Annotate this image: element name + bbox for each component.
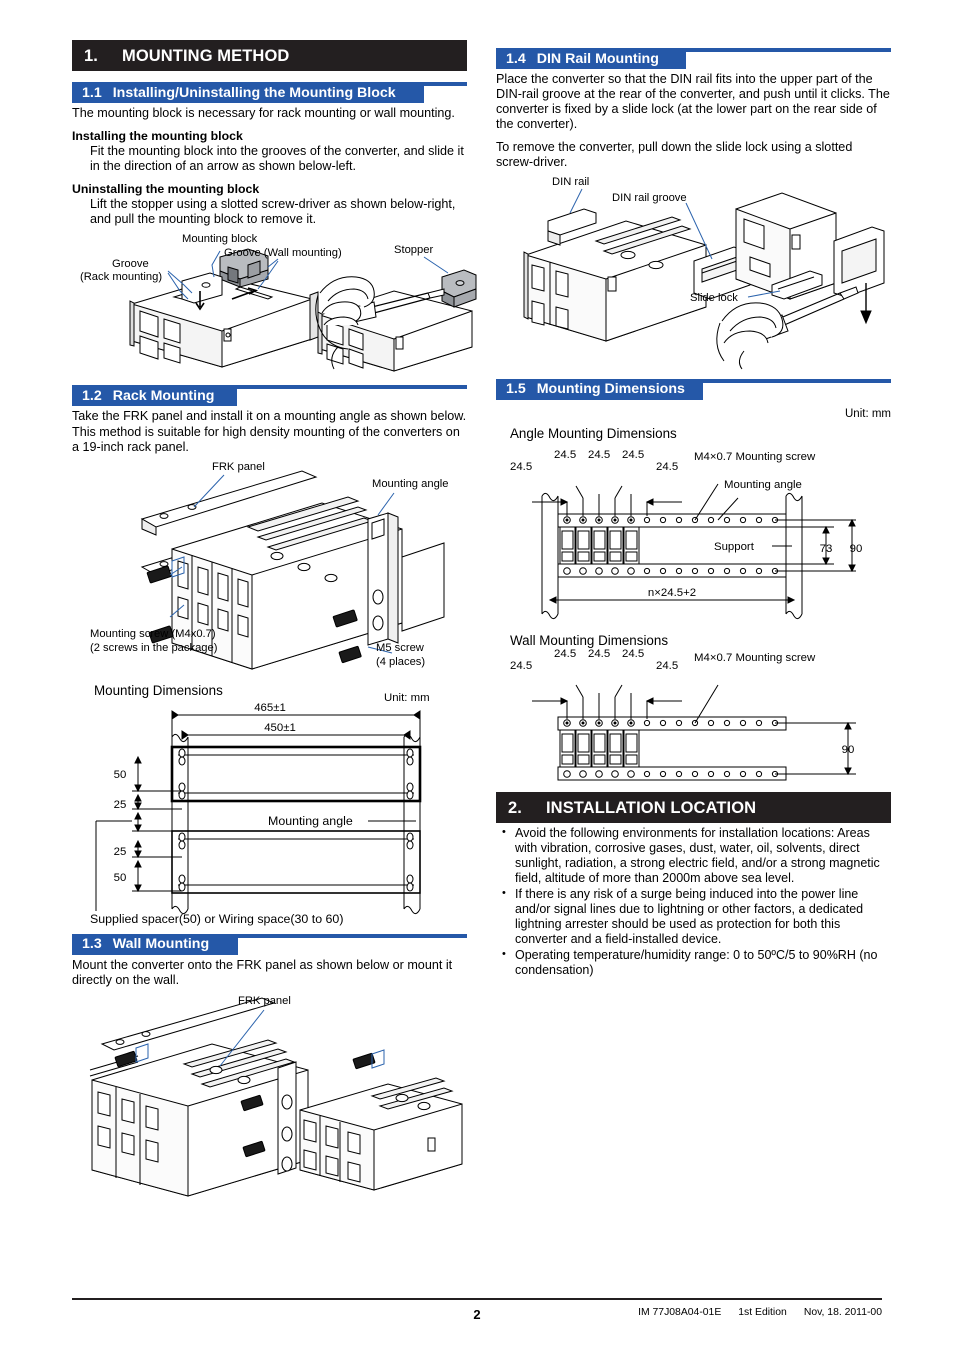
label-din-rail: DIN rail <box>552 176 589 188</box>
label-spacer-note: Supplied spacer(50) or Wiring space(30 t… <box>90 912 343 926</box>
section-1-header: 1. MOUNTING METHOD <box>72 40 467 71</box>
mounting-dimensions-caption: Mounting Dimensions <box>94 683 223 698</box>
section-1-3-title: Wall Mounting <box>112 936 210 953</box>
section-2-title: INSTALLATION LOCATION <box>546 798 757 817</box>
label-mounting-screw-1: Mounting screw (M4x0.7) <box>90 628 216 640</box>
wall-dim-90: 90 <box>842 744 855 756</box>
mounting-dimensions-unit: Unit: mm <box>384 692 430 704</box>
manual-page: 1. MOUNTING METHOD 1.1 Installing/Uninst… <box>0 0 954 1350</box>
list-item: If there is any risk of a surge being in… <box>496 886 891 947</box>
label-groove-wall: Groove (Wall mounting) <box>224 247 342 259</box>
label-groove-rack-1: Groove <box>112 258 149 270</box>
uninstall-block-heading: Uninstalling the mounting block <box>72 182 260 197</box>
angle-support-label: Support <box>714 541 755 553</box>
label-m5-screw-2: (4 places) <box>376 656 425 668</box>
dim-v3: 25 <box>114 846 127 858</box>
label-frk-panel-wall: FRK panel <box>238 995 291 1007</box>
angle-dims-caption: Angle Mounting Dimensions <box>510 426 677 441</box>
label-mounting-screw-2: (2 screws in the package) <box>90 642 218 654</box>
section-1-5-title: Mounting Dimensions <box>536 381 685 398</box>
wall-dims-caption: Wall Mounting Dimensions <box>510 633 668 648</box>
wall-pitch-right: 24.5 <box>656 660 678 672</box>
angle-pitch-1: 24.5 <box>554 449 576 461</box>
manual-code: IM 77J08A04-01E <box>638 1307 722 1318</box>
label-slide-lock: Slide lock <box>690 292 738 304</box>
wall-pitch-left: 24.5 <box>510 660 532 672</box>
angle-dim-90: 90 <box>850 543 863 555</box>
section-1-5-header: 1.5 Mounting Dimensions <box>496 378 891 400</box>
dim-465: 465±1 <box>254 702 286 714</box>
installation-location-list: Avoid the following environments for ins… <box>496 825 891 979</box>
section-1-3-intro: Mount the converter onto the FRK panel a… <box>72 957 453 987</box>
section-1-title: MOUNTING METHOD <box>122 47 290 65</box>
section-1-5-unit: Unit: mm <box>845 407 891 420</box>
dim-v2: 25 <box>114 799 127 811</box>
section-1-3-header: 1.3 Wall Mounting <box>72 933 467 955</box>
list-item: Operating temperature/humidity range: 0 … <box>496 947 891 978</box>
angle-pitch-right: 24.5 <box>656 461 678 473</box>
label-din-rail-groove: DIN rail groove <box>612 192 687 204</box>
angle-pitch-3: 24.5 <box>622 449 644 461</box>
angle-pitch-2: 24.5 <box>588 449 610 461</box>
section-1-4-number: 1.4 <box>506 50 526 67</box>
label-frk-panel: FRK panel <box>212 461 265 473</box>
section-1-4-para2: To remove the converter, pull down the s… <box>496 140 853 170</box>
section-2-number: 2. <box>508 798 522 817</box>
page-footer: 2 IM 77J08A04-01E 1st Edition Nov, 18. 2… <box>72 1298 882 1322</box>
section-1-4-title: DIN Rail Mounting <box>536 50 659 67</box>
section-1-4-header: 1.4 DIN Rail Mounting <box>496 48 891 69</box>
edition: 1st Edition <box>738 1307 787 1318</box>
figure-angle-mounting-dimensions: Angle Mounting Dimensions 24.5 24.5 24.5… <box>496 424 891 629</box>
figure-wall-mounting: FRK panel <box>72 992 467 1197</box>
section-1-2-title: Rack Mounting <box>112 387 215 404</box>
section-1-4-para1: Place the converter so that the DIN rail… <box>496 72 890 132</box>
section-1-2-number: 1.2 <box>82 387 102 404</box>
angle-total-dim: n×24.5+2 <box>648 587 696 599</box>
wall-pitch-3: 24.5 <box>622 648 644 660</box>
angle-pitch-left: 24.5 <box>510 461 532 473</box>
section-1-2-header: 1.2 Rack Mounting <box>72 385 467 407</box>
section-1-1-title: Installing/Uninstalling the Mounting Blo… <box>112 84 396 101</box>
section-1-1-intro: The mounting block is necessary for rack… <box>72 106 455 120</box>
dim-v1: 50 <box>114 769 127 781</box>
figure-rack-mounting: FRK panel Mounting angle Mounting screw … <box>72 457 467 677</box>
label-mounting-angle-dim: Mounting angle <box>268 814 353 828</box>
publication-date: Nov, 18. 2011-00 <box>803 1307 882 1318</box>
figure-wall-mounting-dimensions: Wall Mounting Dimensions 24.5 24.5 24.5 … <box>496 631 891 786</box>
label-mounting-angle-fig: Mounting angle <box>372 478 449 490</box>
wall-pitch-1: 24.5 <box>554 648 576 660</box>
angle-screw-label: M4×0.7 Mounting screw <box>694 451 816 463</box>
label-stopper: Stopper <box>394 244 433 256</box>
right-column: 1.4 DIN Rail Mounting Place the converte… <box>496 40 891 980</box>
label-m5-screw-1: M5 screw <box>376 642 425 654</box>
wall-pitch-2: 24.5 <box>588 648 610 660</box>
section-2-header: 2. INSTALLATION LOCATION <box>496 791 891 823</box>
label-mounting-block: Mounting block <box>182 233 258 245</box>
figure-mounting-dimensions: Mounting Dimensions Unit: mm 465±1 450±1… <box>72 681 467 926</box>
left-column: 1. MOUNTING METHOD 1.1 Installing/Uninst… <box>72 40 477 1197</box>
section-1-3-number: 1.3 <box>82 936 102 953</box>
install-block-heading: Installing the mounting block <box>72 129 243 144</box>
section-1-5-number: 1.5 <box>506 381 526 398</box>
section-1-1-header: 1.1 Installing/Uninstalling the Mounting… <box>72 82 467 103</box>
dim-v4: 50 <box>114 872 127 884</box>
uninstall-block-text: Lift the stopper using a slotted screw-d… <box>90 197 456 227</box>
page-number: 2 <box>473 1307 481 1322</box>
section-1-2-intro: Take the FRK panel and install it on a m… <box>72 409 467 454</box>
angle-mounting-angle-label: Mounting angle <box>724 479 802 491</box>
figure-mounting-block: Mounting block Groove (Wall mounting) Gr… <box>72 229 477 375</box>
list-item: Avoid the following environments for ins… <box>496 825 891 886</box>
section-1-1-number: 1.1 <box>82 84 102 101</box>
section-1-number: 1. <box>84 47 98 65</box>
install-block-text: Fit the mounting block into the grooves … <box>90 144 464 174</box>
figure-din-rail-mounting: DIN rail DIN rail groove Slide lock <box>496 173 891 369</box>
angle-dim-73: 73 <box>820 543 833 555</box>
wall-screw-label: M4×0.7 Mounting screw <box>694 652 816 664</box>
dim-450: 450±1 <box>264 722 296 734</box>
label-groove-rack-2: (Rack mounting) <box>80 271 162 283</box>
